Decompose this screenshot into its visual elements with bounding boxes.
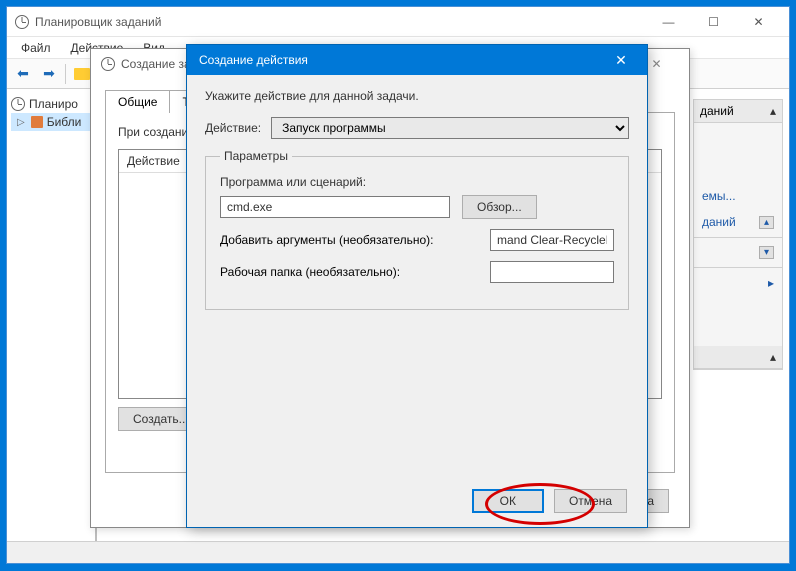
library-icon xyxy=(31,116,43,128)
collapse-icon[interactable]: ▴ xyxy=(770,104,776,118)
arguments-input[interactable] xyxy=(490,229,614,251)
nav-forward-button[interactable]: ➡ xyxy=(37,62,61,86)
tree-root-label: Планиро xyxy=(29,97,78,111)
actions-pane-divider: ▴ xyxy=(694,346,782,369)
tab-general[interactable]: Общие xyxy=(105,90,170,113)
collapse-icon[interactable]: ▴ xyxy=(770,350,776,364)
main-titlebar: Планировщик заданий — ☐ ✕ xyxy=(7,7,789,37)
folder-icon xyxy=(74,68,90,80)
arguments-label: Добавить аргументы (необязательно): xyxy=(220,233,490,247)
dialog-titlebar[interactable]: Создание действия ✕ xyxy=(187,45,647,75)
chevron-right-icon: ▸ xyxy=(768,276,774,290)
actions-pane-item[interactable]: ▾ xyxy=(694,240,782,265)
create-action-dialog: Создание действия ✕ Укажите действие для… xyxy=(186,44,648,528)
nav-back-button[interactable]: ⬅ xyxy=(11,62,35,86)
working-folder-input[interactable] xyxy=(490,261,614,283)
maximize-button[interactable]: ☐ xyxy=(691,8,736,36)
actions-pane-item[interactable]: емы... xyxy=(694,183,782,209)
actions-pane: даний ▴ емы... даний ▴ ▾ ▸ ▴ xyxy=(693,99,783,370)
parameters-group: Параметры Программа или сценарий: Обзор.… xyxy=(205,149,629,310)
up-spinner-icon[interactable]: ▴ xyxy=(759,216,774,229)
arrow-right-icon: ➡ xyxy=(43,65,55,82)
tree-root[interactable]: Планиро xyxy=(11,95,91,113)
main-window-title: Планировщик заданий xyxy=(35,15,646,29)
program-input[interactable] xyxy=(220,196,450,218)
minimize-button[interactable]: — xyxy=(646,8,691,36)
dialog-close-button[interactable]: ✕ xyxy=(607,49,635,71)
arrow-left-icon: ⬅ xyxy=(17,65,29,82)
tree-library[interactable]: ▷ Библи xyxy=(11,113,91,131)
actions-pane-header: даний ▴ xyxy=(694,100,782,123)
working-folder-label: Рабочая папка (необязательно): xyxy=(220,265,490,279)
dialog-instruction: Укажите действие для данной задачи. xyxy=(205,89,629,103)
expand-icon: ▷ xyxy=(17,117,25,128)
clock-icon xyxy=(11,97,25,111)
clock-icon xyxy=(15,15,29,29)
action-label: Действие: xyxy=(205,121,261,135)
dialog-cancel-button[interactable]: Отмена xyxy=(554,489,627,513)
clock-icon xyxy=(101,57,115,71)
tree-panel: Планиро ▷ Библи xyxy=(7,89,97,563)
browse-button[interactable]: Обзор... xyxy=(462,195,537,219)
action-combo[interactable]: Запуск программы xyxy=(271,117,629,139)
parameters-legend: Параметры xyxy=(220,149,292,163)
close-button[interactable]: ✕ xyxy=(736,8,781,36)
down-spinner-icon[interactable]: ▾ xyxy=(759,246,774,259)
program-label: Программа или сценарий: xyxy=(220,175,614,189)
toolbar-separator xyxy=(65,64,66,84)
actions-pane-item[interactable]: ▸ xyxy=(694,270,782,296)
tree-library-label: Библи xyxy=(47,115,82,129)
actions-pane-item[interactable]: даний ▴ xyxy=(694,209,782,235)
statusbar xyxy=(7,541,789,563)
dialog-title: Создание действия xyxy=(199,53,607,67)
menu-file[interactable]: Файл xyxy=(13,39,59,57)
ok-button[interactable]: ОК xyxy=(472,489,544,513)
